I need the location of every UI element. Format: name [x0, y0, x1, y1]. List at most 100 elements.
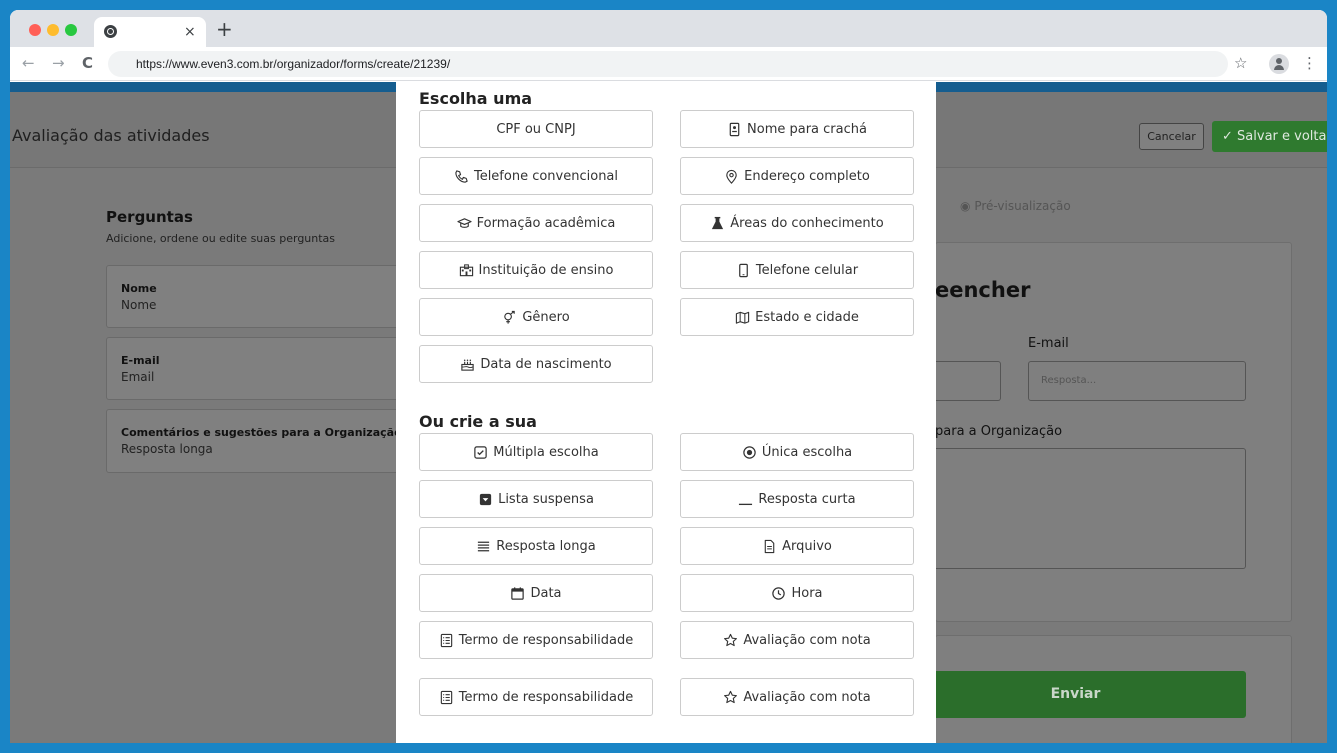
minimize-window-dot[interactable] — [47, 24, 59, 36]
question-card[interactable]: Nome Nome — [106, 265, 406, 328]
option-arquivo[interactable]: Arquivo — [680, 527, 914, 565]
reload-button[interactable]: C — [82, 54, 93, 72]
option-telefone-convencional[interactable]: Telefone convencional — [419, 157, 653, 195]
option-label: Estado e cidade — [755, 309, 859, 325]
option-única-escolha[interactable]: Única escolha — [680, 433, 914, 471]
calendar-icon — [510, 586, 525, 601]
new-tab-button[interactable]: + — [216, 19, 233, 39]
preview-email-input[interactable]: Resposta... — [1028, 361, 1246, 401]
option-lista-suspensa[interactable]: Lista suspensa — [419, 480, 653, 518]
option-label: Lista suspensa — [498, 491, 594, 507]
browser-menu-icon[interactable]: ⋮ — [1302, 54, 1317, 72]
option-label: Data de nascimento — [480, 356, 612, 372]
dropdown-icon — [478, 492, 493, 507]
option-label: Instituição de ensino — [478, 262, 614, 278]
radio-icon — [742, 445, 757, 460]
option-label: Data — [530, 585, 562, 601]
list-document-icon — [439, 690, 454, 705]
option-termo-de-responsabilidade[interactable]: Termo de responsabilidade — [419, 678, 653, 716]
option-data-de-nascimento[interactable]: Data de nascimento — [419, 345, 653, 383]
question-label: Nome — [121, 282, 157, 295]
profile-avatar-icon[interactable] — [1269, 54, 1289, 74]
option-label: Termo de responsabilidade — [458, 689, 634, 705]
save-and-return-button[interactable]: ✓ Salvar e voltar — [1212, 121, 1327, 152]
lines-icon — [476, 539, 491, 554]
option-label: Hora — [791, 585, 823, 601]
forward-button[interactable]: → — [52, 54, 65, 72]
graduation-cap-icon — [457, 216, 472, 231]
option-resposta-longa[interactable]: Resposta longa — [419, 527, 653, 565]
tab-close-icon[interactable]: × — [184, 23, 196, 41]
bookmark-star-icon[interactable]: ☆ — [1234, 54, 1247, 72]
badge-icon — [727, 122, 742, 137]
option-avaliação-com-nota[interactable]: Avaliação com nota — [680, 678, 914, 716]
cancel-button[interactable]: Cancelar — [1139, 123, 1204, 150]
browser-window: × + ← → C https://www.even3.com.br/organ… — [10, 10, 1327, 743]
option-gênero[interactable]: Gênero — [419, 298, 653, 336]
option-telefone-celular[interactable]: Telefone celular — [680, 251, 914, 289]
question-label: E-mail — [121, 354, 160, 367]
school-icon — [459, 263, 474, 278]
preview-link[interactable]: ◉ Pré-visualização — [960, 199, 1071, 213]
option-label: Única escolha — [761, 444, 853, 460]
preview-comments-textarea[interactable] — [935, 448, 1246, 569]
option-múltipla-escolha[interactable]: Múltipla escolha — [419, 433, 653, 471]
url-text[interactable]: https://www.even3.com.br/organizador/for… — [136, 57, 450, 71]
preview-heading: eencher — [935, 278, 1031, 302]
option-estado-e-cidade[interactable]: Estado e cidade — [680, 298, 914, 336]
option-resposta-curta[interactable]: Resposta curta — [680, 480, 914, 518]
option-nome-para-crachá[interactable]: Nome para crachá — [680, 110, 914, 148]
save-label: Salvar e voltar — [1237, 129, 1327, 144]
option-endereço-completo[interactable]: Endereço completo — [680, 157, 914, 195]
option-hora[interactable]: Hora — [680, 574, 914, 612]
question-type: Resposta longa — [121, 442, 213, 456]
phone-icon — [454, 169, 469, 184]
option-label: Telefone convencional — [473, 168, 619, 184]
preview-comments-label: para a Organização — [935, 424, 1063, 439]
question-type: Email — [121, 370, 155, 384]
question-card[interactable]: Comentários e sugestões para a Organizaç… — [106, 409, 406, 473]
preview-name-input[interactable] — [935, 361, 1001, 401]
underline-icon — [738, 492, 753, 507]
choose-section-heading: Escolha uma — [419, 89, 533, 108]
location-pin-icon — [724, 169, 739, 184]
birthday-cake-icon — [460, 357, 475, 372]
flask-icon — [710, 216, 725, 231]
browser-tab[interactable]: × — [94, 17, 206, 47]
back-button[interactable]: ← — [22, 54, 35, 72]
close-window-dot[interactable] — [29, 24, 41, 36]
option-label: Nome para crachá — [747, 121, 867, 137]
option-label: Arquivo — [782, 538, 832, 554]
option-formação-acadêmica[interactable]: Formação acadêmica — [419, 204, 653, 242]
list-document-icon — [439, 633, 454, 648]
page-content: Avaliação das atividades Cancelar ✓ Salv… — [10, 82, 1327, 743]
option-avaliação-com-nota[interactable]: Avaliação com nota — [680, 621, 914, 659]
star-icon — [723, 633, 738, 648]
option-label: Telefone celular — [755, 262, 859, 278]
question-label: Comentários e sugestões para a Organizaç… — [121, 426, 402, 439]
question-card[interactable]: E-mail Email — [106, 337, 406, 400]
option-instituição-de-ensino[interactable]: Instituição de ensino — [419, 251, 653, 289]
option-label: Resposta curta — [758, 491, 856, 507]
address-bar[interactable]: https://www.even3.com.br/organizador/for… — [108, 51, 1228, 77]
check-icon: ✓ — [1222, 129, 1233, 144]
tab-bar: × + — [10, 10, 1327, 47]
option-label: Termo de responsabilidade — [458, 632, 634, 648]
option-label: Avaliação com nota — [743, 632, 871, 648]
option-data[interactable]: Data — [419, 574, 653, 612]
option-áreas-do-conhecimento[interactable]: Áreas do conhecimento — [680, 204, 914, 242]
preview-submit-button[interactable]: Enviar — [935, 671, 1246, 718]
gender-icon — [502, 310, 517, 325]
star-icon — [723, 690, 738, 705]
maximize-window-dot[interactable] — [65, 24, 77, 36]
create-section-heading: Ou crie a sua — [419, 412, 537, 431]
map-icon — [735, 310, 750, 325]
file-icon — [762, 539, 777, 554]
option-cpf-ou-cnpj[interactable]: CPF ou CNPJ — [419, 110, 653, 148]
option-label: Resposta longa — [496, 538, 596, 554]
preview-link-label: Pré-visualização — [974, 199, 1071, 213]
option-termo-de-responsabilidade[interactable]: Termo de responsabilidade — [419, 621, 653, 659]
questions-subtitle: Adicione, ordene ou edite suas perguntas — [106, 232, 336, 245]
eye-icon: ◉ — [960, 199, 971, 213]
page-title: Avaliação das atividades — [12, 126, 210, 145]
